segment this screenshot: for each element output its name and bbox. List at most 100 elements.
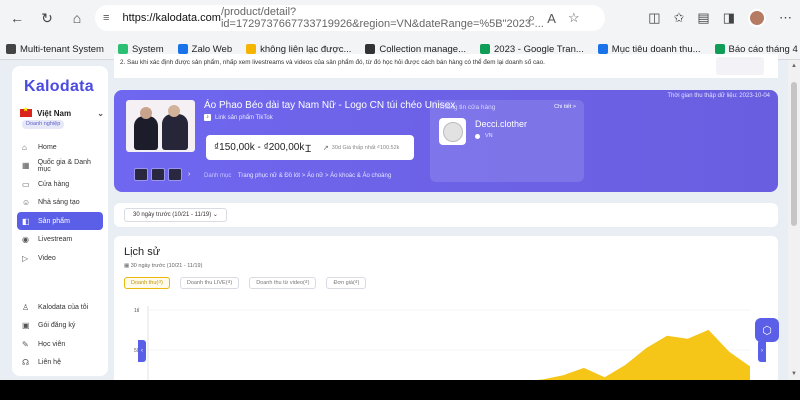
favorite-star-icon[interactable]: ☆ <box>568 10 580 26</box>
metric-tab[interactable]: Doanh thu(₫) <box>124 277 170 289</box>
bookmark-item[interactable]: Zalo Web <box>177 44 232 55</box>
sidebar-item[interactable]: ▣ Gói đăng ký <box>17 317 103 335</box>
bookmark-item[interactable]: Mục tiêu doanh thu... <box>597 43 701 55</box>
notice-text: 2. Sau khi xác định được sản phẩm, nhấp … <box>120 59 545 66</box>
notice-strip: 2. Sau khi xác định được sản phẩm, nhấp … <box>114 54 778 78</box>
bookmark-label: Mục tiêu doanh thu... <box>611 43 701 55</box>
page-scrollbar[interactable]: ▲ ▼ <box>788 60 800 380</box>
bookmark-item[interactable]: System <box>117 44 164 55</box>
bookmark-icon <box>117 44 128 54</box>
live-icon: ◉ <box>22 235 29 244</box>
sidebar-item-label: Kalodata của tôi <box>38 303 89 311</box>
location-pin-icon <box>475 133 480 139</box>
read-aloud-icon[interactable]: A <box>547 11 556 26</box>
bookmark-icon <box>714 44 725 54</box>
user-icon: ♙ <box>22 302 30 312</box>
store-logo[interactable] <box>439 118 466 145</box>
thumbnail[interactable] <box>168 168 182 181</box>
sidebar-item[interactable]: ⌂ Home <box>17 138 103 156</box>
kalodata-logo[interactable]: Kalodata <box>24 78 94 96</box>
date-range-bar: 30 ngày trước (10/21 - 11/19) ⌄ <box>114 203 778 227</box>
history-chart: 1tỉ500tr <box>114 298 778 381</box>
metric-tab[interactable]: Đơn giá(₫) <box>326 277 367 289</box>
scroll-down-icon[interactable]: ▼ <box>791 371 797 377</box>
store-detail-link[interactable]: Chi tiết > <box>554 104 576 110</box>
bookmark-item[interactable]: 2023 - Google Tran... <box>480 44 584 55</box>
sidebar-item[interactable]: ▷ Video <box>17 249 103 267</box>
store-location-label: VN <box>485 133 493 139</box>
reload-icon[interactable]: ↻ <box>34 5 60 31</box>
sidebar-item-label: Sản phẩm <box>38 217 70 225</box>
site-info-icon[interactable]: ≡ <box>103 12 117 24</box>
history-subtitle-text: 30 ngày trước (10/21 - 11/19) <box>130 263 203 269</box>
favorites-icon[interactable]: ✩ <box>674 10 685 26</box>
revenue-area <box>148 329 750 381</box>
date-range-select[interactable]: 30 ngày trước (10/21 - 11/19) ⌄ <box>124 208 227 222</box>
store-icon: ▭ <box>22 179 30 189</box>
sidebar-item[interactable]: ♙ Kalodata của tôi <box>17 298 103 316</box>
bookmark-label: Multi-tenant System <box>20 43 104 55</box>
sidebar-item[interactable]: ☊ Liên hệ <box>17 354 103 372</box>
bookmark-item[interactable]: Báo cáo tháng 4 Xu... <box>714 44 800 55</box>
browser-toolbar: ◫ ✩ ▤ ◨ ⋯ <box>648 5 792 31</box>
bookmark-item[interactable]: không liên lạc được... <box>246 44 351 55</box>
lowest-price: ↗ 30d Giá thấp nhất ₫100.52k <box>323 144 400 152</box>
sidebar-item[interactable]: ◧ Sản phẩm <box>17 212 103 230</box>
browser-chrome: ← ↻ ⌂ ≡ https://kalodata.com /product/de… <box>0 0 800 60</box>
video-icon: ▷ <box>22 253 29 263</box>
sidebar-item-label: Home <box>38 143 57 151</box>
lowest-price-value: ₫100.52k <box>377 144 400 151</box>
category-value[interactable]: Trang phục nữ & Đồ lót > Áo nữ > Áo khoá… <box>238 173 391 179</box>
zoom-icon[interactable]: ⌕ <box>528 10 535 26</box>
back-arrow-icon[interactable]: ← <box>4 5 30 31</box>
thumbnail[interactable] <box>134 168 148 181</box>
sidebar-item[interactable]: ◉ Livestream <box>17 231 103 249</box>
split-screen-icon[interactable]: ◫ <box>648 10 660 26</box>
extensions-icon[interactable]: ◨ <box>723 10 735 26</box>
bookmark-item[interactable]: Collection manage... <box>365 44 466 55</box>
product-image[interactable] <box>126 100 195 152</box>
chevron-right-icon[interactable]: › <box>188 168 190 181</box>
sidebar-item[interactable]: ☺ Nhà sáng tạo <box>17 194 103 212</box>
lowest-price-label: 30d Giá thấp nhất <box>331 144 376 151</box>
store-name[interactable]: Decci.clother <box>475 119 527 129</box>
thumbnail[interactable] <box>151 168 165 181</box>
price-range: ₫150,00k - ₫200,00k <box>214 142 305 153</box>
bookmark-item[interactable]: Multi-tenant System <box>6 44 104 55</box>
floating-cube-icon[interactable]: ⬡ <box>755 318 779 342</box>
grid-icon: ▦ <box>22 161 30 170</box>
metric-tab[interactable]: Doanh thu từ video(₫) <box>249 277 317 289</box>
scroll-up-icon[interactable]: ▲ <box>791 63 797 69</box>
vietnam-flag-icon <box>20 106 32 117</box>
bookmark-icon <box>480 44 491 54</box>
main-menu: ⌂ Home ▦ Quốc gia & Danh mục ▭ Cửa hàng ☺ Nhà s… <box>17 138 103 268</box>
tiktok-icon: ♪ <box>204 114 211 121</box>
collections-icon[interactable]: ▤ <box>697 10 709 26</box>
sidebar-item[interactable]: ✎ Học viên <box>17 335 103 353</box>
chart-nav-right[interactable]: › <box>758 340 766 362</box>
profile-avatar[interactable] <box>748 9 766 27</box>
bookmark-icon <box>246 44 257 54</box>
metric-tab[interactable]: Doanh thu LIVE(₫) <box>179 277 240 289</box>
home-icon[interactable]: ⌂ <box>64 5 90 31</box>
bottom-letterbox <box>0 380 800 400</box>
sidebar-item[interactable]: ▦ Quốc gia & Danh mục <box>17 157 103 175</box>
country-selector[interactable]: Việt Nam ⌄ <box>20 106 104 120</box>
store-panel: Thông tin cửa hàng Chi tiết > Decci.clot… <box>430 100 584 182</box>
chart-nav-left[interactable]: ‹ <box>138 340 146 362</box>
sidebar: Kalodata Việt Nam ⌄ Doanh nghiệp ⌂ Home ▦ Q… <box>12 66 108 376</box>
tiktok-product-link[interactable]: ♪ Link sản phẩm TikTok <box>204 114 273 121</box>
sidebar-item[interactable]: ▭ Cửa hàng <box>17 175 103 193</box>
more-menu-icon[interactable]: ⋯ <box>779 10 792 26</box>
sidebar-item-label: Livestream <box>38 236 73 243</box>
scrollbar-thumb[interactable] <box>791 82 797 226</box>
tiktok-link-label: Link sản phẩm TikTok <box>215 114 273 121</box>
sidebar-item-label: Gói đăng ký <box>38 322 76 329</box>
metric-tabs: Doanh thu(₫) Doanh thu LIVE(₫) Doanh thu t… <box>124 277 367 289</box>
history-subtitle: ▦ 30 ngày trước (10/21 - 11/19) <box>124 263 202 269</box>
text-cursor-icon: Ɪ <box>305 143 311 155</box>
y-tick-label: 1tỉ <box>134 307 140 314</box>
chevron-down-icon: ⌄ <box>212 212 218 218</box>
date-range-value: 30 ngày trước (10/21 - 11/19) <box>133 212 212 218</box>
product-hero: Thời gian thu thập dữ liệu: 2023-10-04 ›… <box>114 90 778 192</box>
